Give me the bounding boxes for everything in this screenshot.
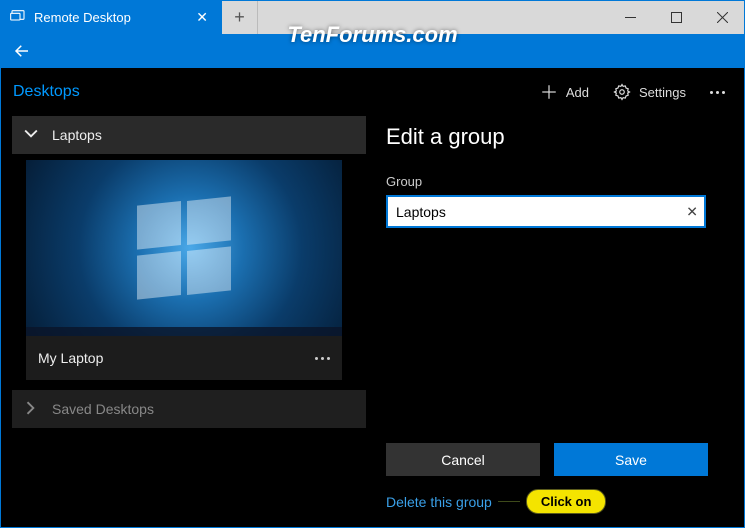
add-label: Add xyxy=(566,85,589,100)
settings-button[interactable]: Settings xyxy=(603,72,696,112)
group-input-wrapper: ✕ xyxy=(386,195,706,228)
windows-logo-icon xyxy=(137,201,231,295)
group-name: Laptops xyxy=(52,127,102,143)
delete-group-link[interactable]: Delete this group xyxy=(386,494,492,510)
new-tab-button[interactable]: + xyxy=(222,0,258,34)
titlebar-spacer xyxy=(258,0,607,34)
remote-desktop-icon xyxy=(10,8,26,27)
save-button[interactable]: Save xyxy=(554,443,708,476)
desktop-thumbnail xyxy=(26,160,342,336)
app-tab[interactable]: Remote Desktop ✕ xyxy=(0,0,222,34)
app-header: Desktops Add Settings xyxy=(0,68,745,116)
chevron-down-icon xyxy=(24,127,38,144)
desktop-tile-footer: My Laptop xyxy=(26,336,342,380)
tab-close-button[interactable]: ✕ xyxy=(196,9,208,26)
tab-title: Remote Desktop xyxy=(34,10,188,25)
cancel-button[interactable]: Cancel xyxy=(386,443,540,476)
navigation-bar xyxy=(0,34,745,68)
gear-icon xyxy=(613,83,631,101)
desktop-name: My Laptop xyxy=(38,350,103,366)
group-name: Saved Desktops xyxy=(52,401,154,417)
back-button[interactable] xyxy=(0,34,44,68)
plus-icon xyxy=(540,83,558,101)
maximize-button[interactable] xyxy=(653,0,699,34)
button-row: Cancel Save xyxy=(386,443,708,476)
panel-title: Edit a group xyxy=(386,124,723,150)
group-header-expanded[interactable]: Laptops xyxy=(12,116,366,154)
settings-label: Settings xyxy=(639,85,686,100)
annotation-arrow xyxy=(498,501,520,502)
desktops-list: Laptops My Laptop Saved Desktops xyxy=(0,116,370,528)
desktop-tile[interactable]: My Laptop xyxy=(26,160,342,380)
delete-row: Delete this group Click on xyxy=(386,489,606,514)
group-field-label: Group xyxy=(386,174,723,189)
edit-group-panel: Edit a group Group ✕ Cancel Save Delete … xyxy=(370,116,745,528)
window-titlebar: Remote Desktop ✕ + xyxy=(0,0,745,34)
content-area: Laptops My Laptop Saved Desktops Edit a … xyxy=(0,116,745,528)
more-button[interactable] xyxy=(700,91,735,94)
minimize-button[interactable] xyxy=(607,0,653,34)
clear-input-button[interactable]: ✕ xyxy=(686,203,698,220)
chevron-right-icon xyxy=(24,401,38,418)
page-title: Desktops xyxy=(13,83,80,101)
desktop-more-button[interactable] xyxy=(315,357,330,360)
add-button[interactable]: Add xyxy=(530,72,599,112)
close-button[interactable] xyxy=(699,0,745,34)
annotation-callout: Click on xyxy=(526,489,607,514)
group-header-collapsed[interactable]: Saved Desktops xyxy=(12,390,366,428)
group-name-input[interactable] xyxy=(386,195,706,228)
